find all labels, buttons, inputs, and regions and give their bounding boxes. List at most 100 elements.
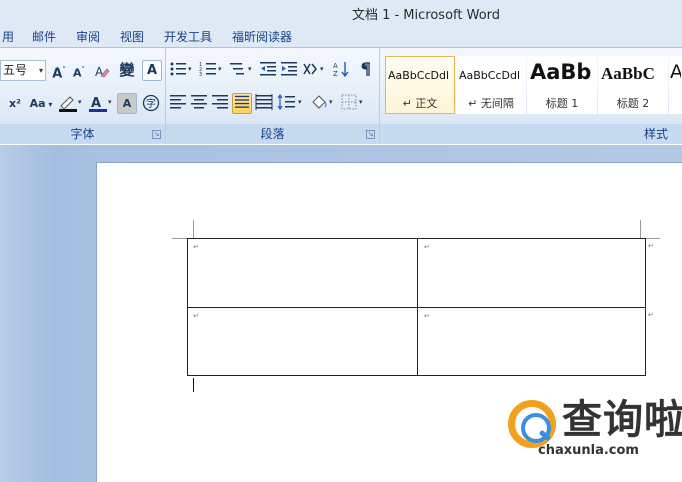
style-no-spacing[interactable]: AaBbCcDdl ↵ 无间隔 xyxy=(456,56,526,114)
tab-review[interactable]: 审阅 xyxy=(76,28,100,45)
cell-end-mark: ↵ xyxy=(193,243,199,251)
multilevel-list-button[interactable]: ▾ xyxy=(228,60,256,81)
align-justify-icon xyxy=(234,95,250,108)
svg-text:▾: ▾ xyxy=(248,65,252,73)
document-table[interactable]: ↵ ↵ ↵ ↵ xyxy=(187,238,646,376)
tab-mailings[interactable]: 邮件 xyxy=(32,28,56,45)
enclosed-char-icon: 字 xyxy=(142,94,160,112)
svg-text:▾: ▾ xyxy=(188,65,192,73)
title-bar: 文档 1 - Microsoft Word xyxy=(0,0,682,24)
chinese-layout-button[interactable]: ▾ xyxy=(301,60,329,81)
clear-format-button[interactable]: A xyxy=(92,60,112,81)
tab-developer[interactable]: 开发工具 xyxy=(164,28,212,45)
svg-text:▾: ▾ xyxy=(320,65,324,73)
tab-foxit-reader[interactable]: 福昕阅读器 xyxy=(232,28,292,45)
style-sample: A xyxy=(670,61,681,83)
margin-mark-top-left-h xyxy=(172,238,187,239)
svg-text:▾: ▾ xyxy=(218,65,222,73)
watermark-domain: chaxunla.com xyxy=(538,443,639,458)
tab-view[interactable]: 视图 xyxy=(120,28,144,45)
text-cursor xyxy=(193,378,194,392)
svg-text:A: A xyxy=(95,65,104,79)
svg-text:A: A xyxy=(91,96,101,111)
font-color-icon: A ▾ xyxy=(89,96,112,112)
tab-references[interactable]: 用 xyxy=(2,28,14,45)
style-heading-2[interactable]: AaBbC 标题 2 xyxy=(598,56,668,114)
margin-mark-top-right-v xyxy=(640,220,641,238)
char-border-button[interactable]: A xyxy=(142,60,162,81)
row-end-mark: ↵ xyxy=(648,311,654,319)
superscript-button[interactable]: x² xyxy=(6,93,24,114)
align-left-icon xyxy=(170,95,186,109)
chinese-layout-icon: ▾ xyxy=(303,63,324,75)
numbering-button[interactable]: 1 2 3 ▾ xyxy=(198,60,226,81)
borders-button[interactable]: ▾ xyxy=(340,93,368,114)
style-sample: AaBbC xyxy=(601,64,655,83)
window-title: 文档 1 - Microsoft Word xyxy=(351,8,501,23)
magnifier-logo-icon xyxy=(508,400,556,448)
grow-font-button[interactable]: A˄ xyxy=(50,60,68,81)
enclose-char-button[interactable]: 字 xyxy=(140,93,162,114)
style-sample: AaBbCcDdl xyxy=(388,69,450,82)
svg-text:3: 3 xyxy=(199,72,202,77)
highlight-color-button[interactable]: ▾ xyxy=(57,93,85,114)
font-dialog-launcher[interactable]: ↘ xyxy=(152,130,161,139)
svg-text:字: 字 xyxy=(146,97,156,110)
paragraph-group: ▾ 1 2 3 ▾ ▾ ▾ AZ ▾ ▾ ▾ 段落 ↘ xyxy=(166,48,380,144)
align-distributed-icon xyxy=(255,94,273,110)
increase-indent-button[interactable] xyxy=(279,60,299,81)
watermark: 查询啦 chaxunla.com xyxy=(508,398,682,468)
styles-group: AaBbCcDdl ↵ 正文 AaBbCcDdl ↵ 无间隔 AaBb 标题 1… xyxy=(380,48,682,144)
paragraph-dialog-launcher[interactable]: ↘ xyxy=(366,130,375,139)
shading-button[interactable]: ▾ xyxy=(309,93,337,114)
shrink-font-button[interactable]: A˅ xyxy=(70,60,88,81)
style-sample: AaBbCcDdl xyxy=(459,69,521,82)
style-heading-1[interactable]: AaBb 标题 1 xyxy=(527,56,597,114)
increase-indent-icon xyxy=(281,62,297,76)
sort-button[interactable]: AZ xyxy=(332,60,352,81)
watermark-name: 查询啦 xyxy=(562,397,682,443)
font-group-label: 字体 xyxy=(0,124,165,144)
show-marks-button[interactable] xyxy=(355,60,375,81)
style-normal[interactable]: AaBbCcDdl ↵ 正文 xyxy=(385,56,455,114)
svg-text:▾: ▾ xyxy=(329,98,333,106)
svg-text:▾: ▾ xyxy=(298,98,302,106)
cell-end-mark: ↵ xyxy=(424,243,430,251)
style-name: ↵ 无间隔 xyxy=(468,97,514,110)
align-right-button[interactable] xyxy=(210,93,230,114)
pilcrow-icon xyxy=(361,62,370,76)
style-title[interactable]: A xyxy=(669,56,682,114)
align-right-icon xyxy=(212,95,228,109)
eraser-icon: A xyxy=(95,65,110,79)
distributed-button[interactable] xyxy=(254,93,274,114)
font-group: 五号 ▾ A˄ A˅ A 變 A x² Aa ▾ ▾ A ▾ A 字 字体 ↘ xyxy=(0,48,166,144)
multilevel-list-icon: ▾ xyxy=(230,63,252,75)
margin-mark-top-left-v xyxy=(193,220,194,238)
align-center-button[interactable] xyxy=(189,93,209,114)
margin-mark-top-right-h xyxy=(646,238,660,239)
decrease-indent-button[interactable] xyxy=(258,60,278,81)
style-name: 标题 1 xyxy=(545,97,579,110)
style-name: ↵ 正文 xyxy=(402,97,438,110)
ribbon: 五号 ▾ A˄ A˅ A 變 A x² Aa ▾ ▾ A ▾ A 字 字体 ↘ ▾… xyxy=(0,47,682,144)
cell-end-mark: ↵ xyxy=(193,312,199,320)
change-case-button[interactable]: Aa ▾ xyxy=(28,93,54,114)
char-shading-button[interactable]: A xyxy=(117,93,137,114)
align-left-button[interactable] xyxy=(168,93,188,114)
phonetic-guide-button[interactable]: 變 xyxy=(116,60,138,81)
svg-text:▾: ▾ xyxy=(108,98,112,106)
style-sample: AaBb xyxy=(530,60,592,84)
font-size-select[interactable]: 五号 ▾ xyxy=(0,60,46,81)
align-center-icon xyxy=(191,95,207,109)
sort-icon: AZ xyxy=(333,62,349,78)
paragraph-group-label: 段落 xyxy=(166,124,379,144)
cell-end-mark: ↵ xyxy=(424,312,430,320)
line-spacing-button[interactable]: ▾ xyxy=(276,93,306,114)
ribbon-tabs: 用 邮件 审阅 视图 开发工具 福昕阅读器 xyxy=(0,24,682,48)
bullets-button[interactable]: ▾ xyxy=(168,60,196,81)
font-size-value: 五号 xyxy=(3,63,28,77)
justify-button[interactable] xyxy=(232,93,252,114)
table-row-divider[interactable] xyxy=(188,307,645,308)
font-color-button[interactable]: A ▾ xyxy=(87,93,115,114)
numbered-list-icon: 123▾ xyxy=(199,62,222,78)
